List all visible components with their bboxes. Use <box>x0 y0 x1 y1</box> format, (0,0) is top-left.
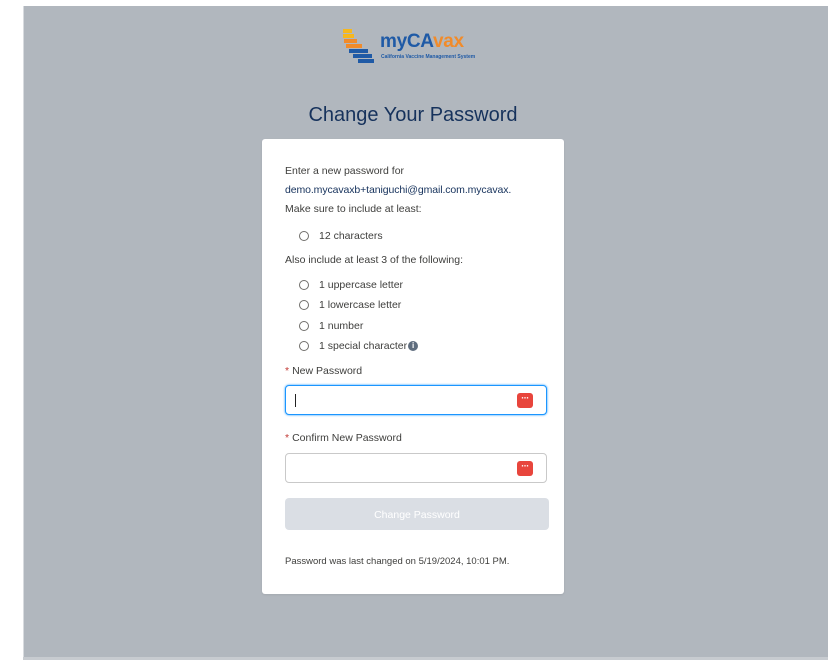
required-marker: * <box>285 365 290 377</box>
requirement-status-icon <box>299 300 309 310</box>
new-password-input[interactable]: ··· <box>285 385 547 415</box>
requirement-label: 1 uppercase letter <box>319 279 404 291</box>
logo-wordmark: myCAvax <box>380 31 464 53</box>
requirement-lowercase: 1 lowercase letter <box>299 298 401 312</box>
last-changed-text: Password was last changed on 5/19/2024, … <box>285 556 510 567</box>
requirement-12-characters: 12 characters <box>299 229 383 243</box>
requirement-label: 1 special character <box>319 340 408 352</box>
logo-subtitle: California Vaccine Management System <box>381 54 476 60</box>
requirement-number: 1 number <box>299 319 363 333</box>
california-map-icon <box>343 29 374 63</box>
requirement-status-icon <box>299 231 309 241</box>
username-text: demo.mycavaxb+taniguchi@gmail.com.mycava… <box>285 184 512 196</box>
mycavax-logo: myCAvax California Vaccine Management Sy… <box>340 27 510 67</box>
include-at-least-text: Make sure to include at least: <box>285 203 422 215</box>
logo-word-my: my <box>380 31 407 52</box>
also-include-text: Also include at least 3 of the following… <box>285 254 464 266</box>
requirement-label: 1 lowercase letter <box>319 299 402 311</box>
text-caret <box>295 394 296 407</box>
change-password-card: Enter a new password for demo.mycavaxb+t… <box>262 139 564 594</box>
confirm-password-label: * Confirm New Password <box>285 432 402 444</box>
requirement-status-icon <box>299 341 309 351</box>
page-title: Change Your Password <box>308 104 518 126</box>
password-manager-icon[interactable]: ··· <box>517 461 533 476</box>
confirm-password-input[interactable]: ··· <box>285 453 547 483</box>
required-marker: * <box>285 432 290 444</box>
change-password-button[interactable]: Change Password <box>285 498 549 530</box>
requirement-status-icon <box>299 321 309 331</box>
logo-word-ca: CA <box>406 31 434 52</box>
new-password-label: * New Password <box>285 365 362 377</box>
requirement-special-character: 1 special character i <box>299 339 419 353</box>
new-password-label-text: New Password <box>292 365 363 377</box>
requirement-status-icon <box>299 280 309 290</box>
info-icon[interactable]: i <box>408 341 419 351</box>
password-manager-icon[interactable]: ··· <box>517 393 533 408</box>
requirement-label: 1 number <box>319 320 364 332</box>
confirm-password-label-text: Confirm New Password <box>292 432 402 444</box>
intro-text: Enter a new password for <box>285 165 405 177</box>
requirement-uppercase: 1 uppercase letter <box>299 278 403 292</box>
requirement-label: 12 characters <box>319 230 383 242</box>
logo-word-vax: vax <box>433 31 464 52</box>
